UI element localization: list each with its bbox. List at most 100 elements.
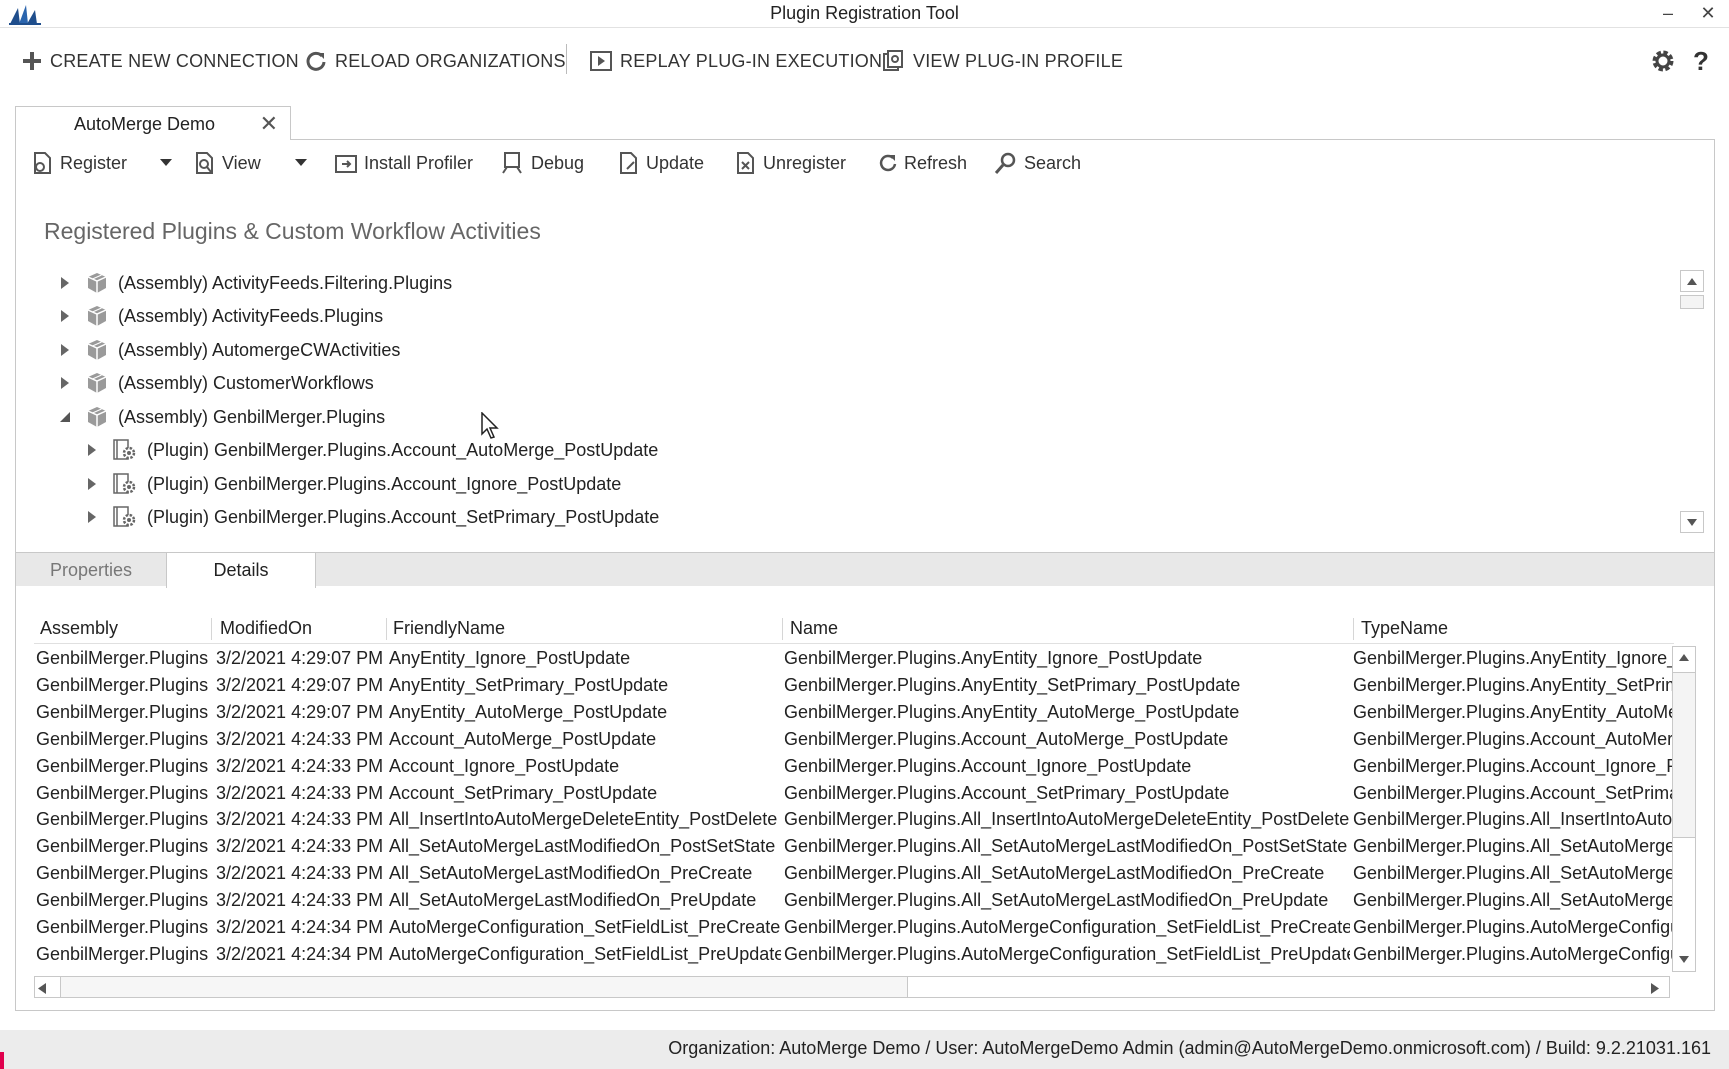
title-bar: Plugin Registration Tool – ✕ bbox=[0, 0, 1729, 28]
table-row[interactable]: GenbilMerger.Plugins 3/2/2021 4:29:07 PM A… bbox=[34, 673, 1674, 700]
register-dropdown-icon[interactable] bbox=[156, 150, 176, 176]
tab-details[interactable]: Details bbox=[166, 553, 316, 588]
cell-friendlyname: Account_Ignore_PostUpdate bbox=[389, 755, 620, 776]
scroll-right-icon[interactable] bbox=[1651, 981, 1659, 999]
cell-typename: GenbilMerger.Plugins.Account_SetPrimary_… bbox=[1353, 782, 1673, 803]
table-row[interactable]: GenbilMerger.Plugins 3/2/2021 4:24:33 PM A… bbox=[34, 834, 1674, 861]
close-tab-icon[interactable]: ✕ bbox=[260, 111, 278, 137]
details-grid: Assembly ModifiedOn FriendlyName Name Ty… bbox=[34, 614, 1702, 974]
cell-name: GenbilMerger.Plugins.AutoMergeConfigurat… bbox=[784, 917, 1350, 937]
cell-typename: GenbilMerger.Plugins.AnyEntity_Ignore_Po… bbox=[1353, 648, 1673, 668]
expand-arrow-icon[interactable] bbox=[58, 276, 72, 290]
table-row[interactable]: GenbilMerger.Plugins 3/2/2021 4:29:07 PM A… bbox=[34, 646, 1674, 673]
install-profiler-button[interactable]: Install Profiler bbox=[334, 148, 473, 178]
expand-arrow-icon[interactable] bbox=[85, 510, 99, 524]
column-header-name[interactable]: Name bbox=[790, 618, 838, 639]
register-label: Register bbox=[60, 152, 128, 173]
tree-scroll-thumb[interactable] bbox=[1680, 295, 1704, 309]
expand-arrow-icon[interactable] bbox=[85, 443, 99, 457]
grid-scroll-up-button[interactable] bbox=[1672, 646, 1696, 668]
view-dropdown-icon[interactable] bbox=[291, 150, 311, 176]
column-divider[interactable] bbox=[386, 618, 387, 640]
tree-node-label: (Assembly) ActivityFeeds.Plugins bbox=[118, 305, 384, 326]
debug-button[interactable]: Debug bbox=[501, 148, 584, 178]
tree-node-label: (Assembly) CustomerWorkflows bbox=[118, 372, 374, 393]
status-bar: Organization: AutoMerge Demo / User: Aut… bbox=[0, 1030, 1729, 1069]
unregister-label: Unregister bbox=[763, 152, 847, 173]
expand-arrow-icon[interactable] bbox=[58, 343, 72, 357]
main-toolbar: CREATE NEW CONNECTION RELOAD ORGANIZATIO… bbox=[0, 38, 1729, 84]
table-row[interactable]: GenbilMerger.Plugins 3/2/2021 4:24:33 PM A… bbox=[34, 861, 1674, 888]
view-profile-button[interactable]: VIEW PLUG-IN PROFILE bbox=[881, 46, 1123, 76]
refresh-button[interactable]: Refresh bbox=[878, 148, 967, 178]
view-button[interactable]: View bbox=[194, 148, 261, 178]
table-row[interactable]: GenbilMerger.Plugins 3/2/2021 4:24:34 PM A… bbox=[34, 942, 1674, 969]
tree-node[interactable]: (Assembly) ActivityFeeds.Plugins bbox=[58, 301, 383, 331]
tree-node[interactable]: (Assembly) ActivityFeeds.Filtering.Plugi… bbox=[58, 268, 452, 298]
column-header-modifiedon[interactable]: ModifiedOn bbox=[220, 618, 312, 639]
scroll-left-icon[interactable] bbox=[38, 981, 46, 999]
close-window-button[interactable]: ✕ bbox=[1690, 0, 1726, 26]
table-row[interactable]: GenbilMerger.Plugins 3/2/2021 4:24:33 PM A… bbox=[34, 888, 1674, 915]
tab-properties[interactable]: Properties bbox=[16, 553, 166, 587]
minimize-button[interactable]: – bbox=[1650, 0, 1686, 26]
update-button[interactable]: Update bbox=[618, 148, 704, 178]
install-profiler-label: Install Profiler bbox=[364, 152, 474, 173]
tree-node[interactable]: (Plugin) GenbilMerger.Plugins.Account_Ig… bbox=[85, 469, 621, 499]
tree-node-label: (Plugin) GenbilMerger.Plugins.Account_Ig… bbox=[147, 473, 622, 494]
replay-execution-button[interactable]: REPLAY PLUG-IN EXECUTION bbox=[590, 46, 882, 76]
table-row[interactable]: GenbilMerger.Plugins 3/2/2021 4:29:07 PM A… bbox=[34, 700, 1674, 727]
view-profile-label: VIEW PLUG-IN PROFILE bbox=[913, 50, 1124, 71]
table-row[interactable]: GenbilMerger.Plugins 3/2/2021 4:24:33 PM A… bbox=[34, 807, 1674, 834]
tree-node-label: (Assembly) AutomergeCWActivities bbox=[118, 339, 401, 360]
column-divider[interactable] bbox=[782, 618, 783, 640]
create-connection-label: CREATE NEW CONNECTION bbox=[50, 50, 299, 71]
register-button[interactable]: Register bbox=[32, 148, 127, 178]
plugin-icon bbox=[113, 506, 137, 528]
tab-automerge-demo[interactable]: AutoMerge Demo ✕ bbox=[15, 106, 291, 140]
cell-friendlyname: All_SetAutoMergeLastModifiedOn_PreUpdate bbox=[389, 890, 757, 911]
update-label: Update bbox=[646, 152, 705, 173]
tree-node[interactable]: (Assembly) GenbilMerger.Plugins bbox=[58, 402, 385, 432]
tree-scroll-up-button[interactable] bbox=[1680, 270, 1704, 292]
column-header-friendlyname[interactable]: FriendlyName bbox=[393, 618, 505, 639]
settings-gear-icon[interactable] bbox=[1648, 46, 1678, 76]
toolbar-separator bbox=[566, 44, 567, 74]
tree-node[interactable]: (Assembly) CustomerWorkflows bbox=[58, 368, 374, 398]
grid-vertical-thumb[interactable] bbox=[1672, 672, 1696, 838]
table-row[interactable]: GenbilMerger.Plugins 3/2/2021 4:24:33 PM A… bbox=[34, 754, 1674, 781]
cell-name: GenbilMerger.Plugins.All_SetAutoMergeLas… bbox=[784, 863, 1325, 884]
search-button[interactable]: Search bbox=[994, 148, 1081, 178]
tab-label: AutoMerge Demo bbox=[74, 114, 216, 134]
collapse-arrow-icon[interactable] bbox=[58, 410, 72, 424]
grid-scroll-down-button[interactable] bbox=[1672, 948, 1696, 970]
tree-node[interactable]: (Assembly) AutomergeCWActivities bbox=[58, 335, 400, 365]
table-row[interactable]: GenbilMerger.Plugins 3/2/2021 4:24:33 PM A… bbox=[34, 727, 1674, 754]
column-header-typename[interactable]: TypeName bbox=[1361, 618, 1448, 639]
column-divider[interactable] bbox=[1353, 618, 1354, 640]
cell-assembly: GenbilMerger.Plugins bbox=[36, 674, 209, 695]
tree-scroll-down-button[interactable] bbox=[1680, 511, 1704, 533]
reload-organizations-button[interactable]: RELOAD ORGANIZATIONS bbox=[305, 46, 566, 76]
column-header-assembly[interactable]: Assembly bbox=[40, 618, 118, 639]
table-row[interactable]: GenbilMerger.Plugins 3/2/2021 4:24:34 PM A… bbox=[34, 915, 1674, 942]
help-button[interactable]: ? bbox=[1686, 46, 1716, 76]
column-divider[interactable] bbox=[211, 618, 212, 640]
unregister-button[interactable]: Unregister bbox=[735, 148, 846, 178]
expand-arrow-icon[interactable] bbox=[58, 376, 72, 390]
register-icon bbox=[34, 152, 51, 174]
expand-arrow-icon[interactable] bbox=[58, 309, 72, 323]
table-row[interactable]: GenbilMerger.Plugins 3/2/2021 4:24:33 PM A… bbox=[34, 781, 1674, 808]
cell-assembly: GenbilMerger.Plugins bbox=[36, 863, 209, 884]
cell-typename: GenbilMerger.Plugins.Account_AutoMerge_P… bbox=[1353, 728, 1673, 749]
expand-arrow-icon[interactable] bbox=[85, 477, 99, 491]
cell-name: GenbilMerger.Plugins.AnyEntity_AutoMerge… bbox=[784, 701, 1240, 722]
tree-node[interactable]: (Plugin) GenbilMerger.Plugins.Account_Au… bbox=[85, 435, 658, 465]
debug-label: Debug bbox=[531, 152, 585, 173]
tree-node[interactable]: (Plugin) GenbilMerger.Plugins.Account_Se… bbox=[85, 502, 659, 532]
grid-horizontal-thumb[interactable] bbox=[60, 976, 908, 998]
cell-modifiedon: 3/2/2021 4:24:34 PM bbox=[216, 943, 384, 964]
cell-typename: GenbilMerger.Plugins.AnyEntity_AutoMerge… bbox=[1353, 701, 1673, 722]
mouse-cursor-icon bbox=[481, 412, 499, 439]
create-connection-button[interactable]: CREATE NEW CONNECTION bbox=[22, 46, 299, 76]
